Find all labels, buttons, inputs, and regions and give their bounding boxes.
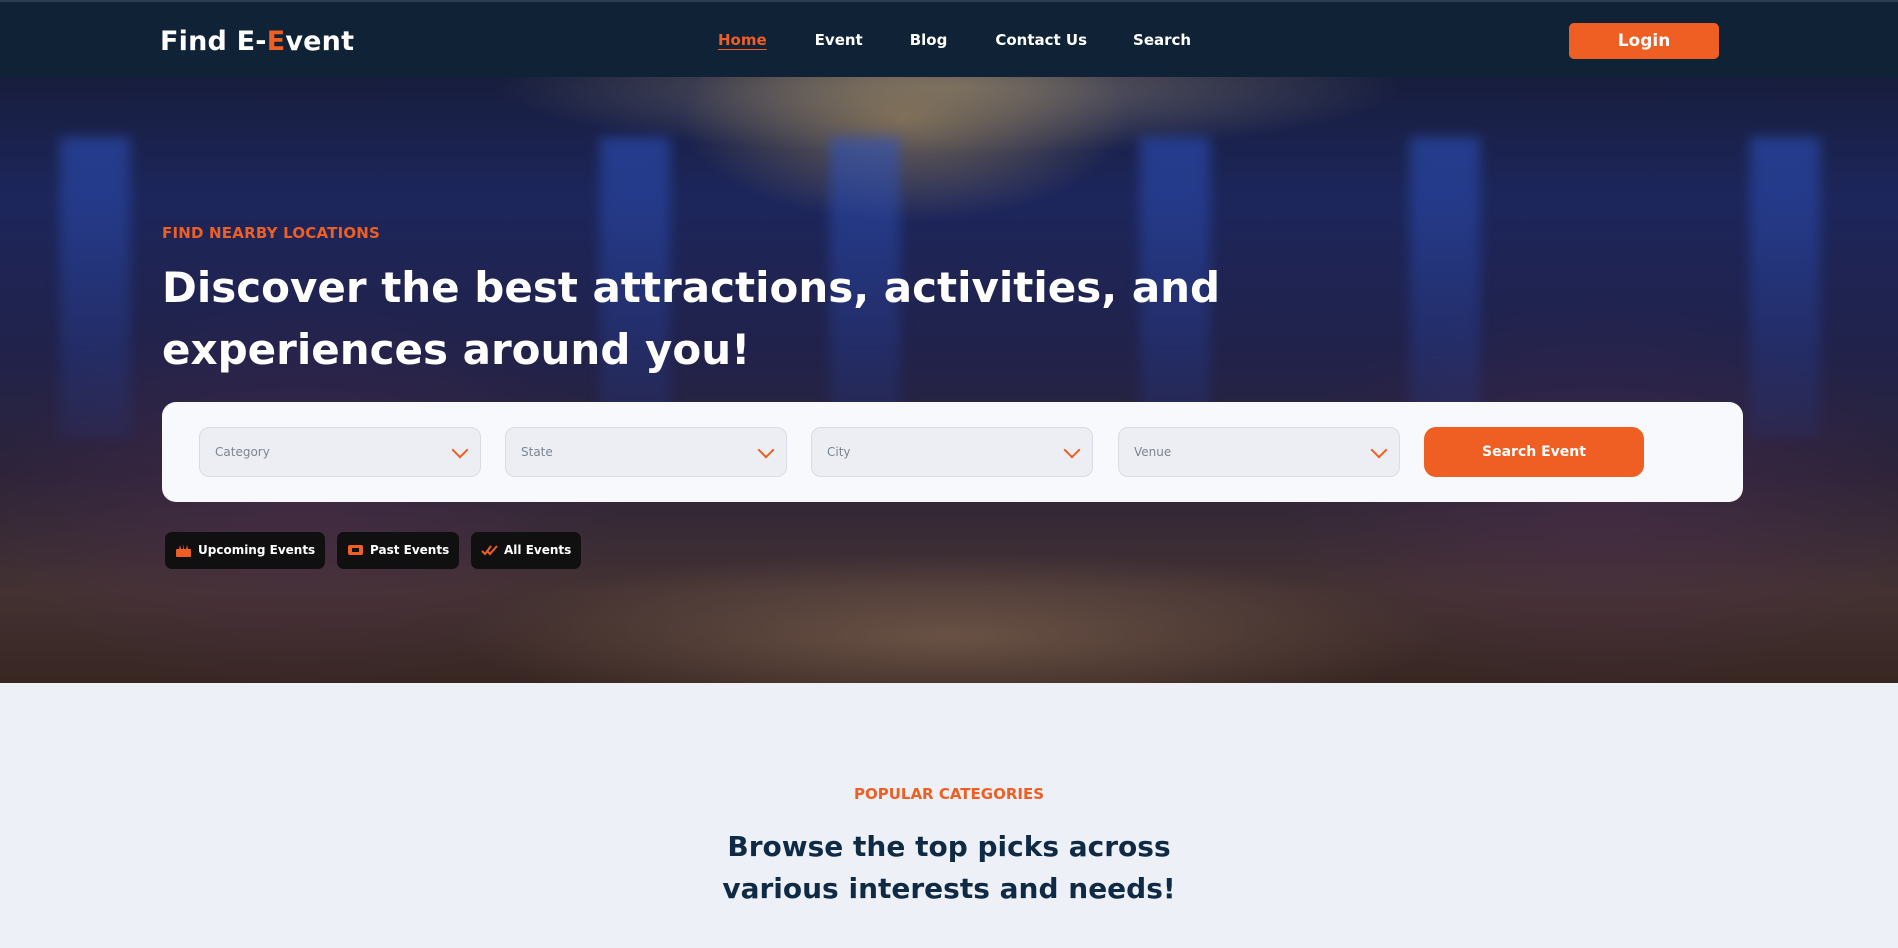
city-select[interactable]: City <box>811 427 1093 477</box>
upcoming-events-pill[interactable]: Upcoming Events <box>165 532 326 569</box>
hero-eyebrow: FIND NEARBY LOCATIONS <box>162 224 381 242</box>
nav-home[interactable]: Home <box>718 31 767 49</box>
categories-title: Browse the top picks across various inte… <box>0 826 1898 910</box>
past-events-pill[interactable]: Past Events <box>337 532 460 569</box>
upcoming-events-label: Upcoming Events <box>198 543 316 557</box>
login-button[interactable]: Login <box>1569 23 1719 59</box>
navbar: Find E-Event Home Event Blog Contact Us … <box>0 0 1898 77</box>
nav-contact-us[interactable]: Contact Us <box>995 31 1087 49</box>
state-select-label: State <box>521 445 553 459</box>
categories-title-text: Browse the top picks across various inte… <box>722 830 1176 905</box>
city-select-label: City <box>827 445 851 459</box>
category-select-label: Category <box>215 445 270 459</box>
search-event-button[interactable]: Search Event <box>1424 427 1644 477</box>
double-check-icon <box>481 545 498 556</box>
past-events-label: Past Events <box>370 543 450 557</box>
nav-search[interactable]: Search <box>1133 31 1191 49</box>
logo-suffix: vent <box>285 26 355 57</box>
nav-links: Home Event Blog Contact Us Search <box>718 31 1239 49</box>
calendar-flame-icon <box>176 544 191 557</box>
all-events-label: All Events <box>504 543 572 557</box>
search-panel: Category State City Venue Search Event <box>162 402 1743 502</box>
chevron-down-icon <box>757 441 775 459</box>
logo-accent: E <box>266 26 286 57</box>
chevron-down-icon <box>1063 441 1081 459</box>
chevron-down-icon <box>451 441 469 459</box>
category-select[interactable]: Category <box>199 427 481 477</box>
logo-prefix: Find E- <box>160 26 267 57</box>
venue-select[interactable]: Venue <box>1118 427 1400 477</box>
ticket-icon <box>348 545 363 555</box>
all-events-pill[interactable]: All Events <box>471 532 582 569</box>
chevron-down-icon <box>1370 441 1388 459</box>
categories-eyebrow: POPULAR CATEGORIES <box>853 785 1045 803</box>
venue-select-label: Venue <box>1134 445 1172 459</box>
hero-banner: FIND NEARBY LOCATIONS Discover the best … <box>0 77 1898 683</box>
nav-event[interactable]: Event <box>815 31 863 49</box>
state-select[interactable]: State <box>505 427 787 477</box>
logo[interactable]: Find E-Event <box>160 26 354 57</box>
hero-headline: Discover the best attractions, activitie… <box>162 263 1221 374</box>
nav-blog[interactable]: Blog <box>910 31 948 49</box>
